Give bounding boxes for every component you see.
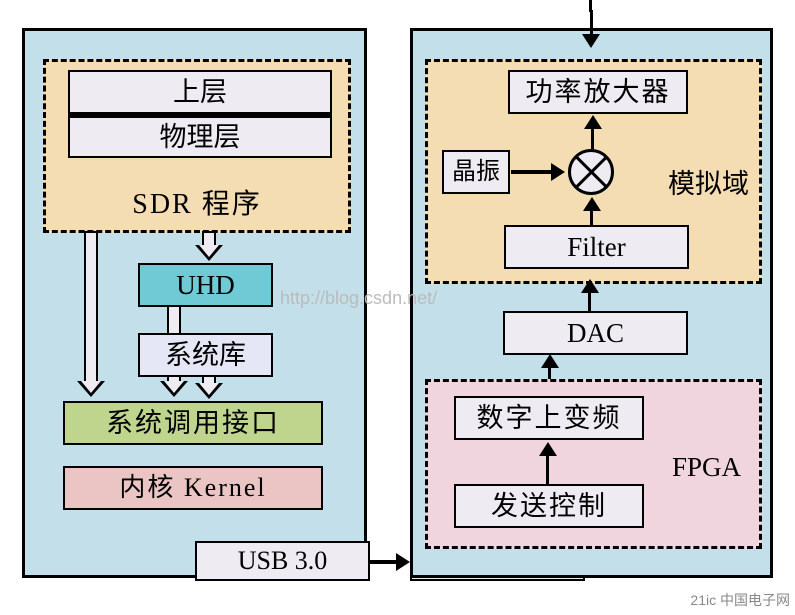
crystal-box: 晶振 [442, 150, 510, 194]
arrow-right-icon [370, 560, 396, 564]
antenna-line [589, 0, 592, 12]
duc-box: 数字上变频 [454, 396, 644, 440]
fpga-box: 数字上变频 发送控制 FPGA [425, 379, 762, 549]
arrow-up-icon [588, 291, 591, 311]
mixer-icon [568, 149, 614, 195]
analog-domain-box: 功率放大器 晶振 Filter 模拟域 [425, 59, 762, 284]
arrow-up-icon [546, 454, 549, 484]
arrow-up-icon [590, 209, 593, 227]
upper-layer-box: 上层 [68, 70, 332, 114]
sdr-label: SDR 程序 [46, 182, 348, 222]
syscall-box: 系统调用接口 [63, 401, 323, 445]
phys-layer-box: 物理层 [68, 114, 332, 158]
arrow-down-icon [80, 231, 102, 397]
syslib-box: 系统库 [138, 333, 273, 377]
uhd-box: UHD [138, 263, 273, 307]
fpga-label: FPGA [672, 452, 741, 483]
sdr-program-box: 上层 物理层 SDR 程序 [43, 59, 351, 233]
arrow-right-icon [511, 170, 551, 174]
device-panel: 功率放大器 晶振 Filter 模拟域 DAC 数字上变频 发送控制 FPGA [410, 28, 773, 578]
arrow-down-icon [590, 10, 593, 36]
logo-text: 21ic 中国电子网 [690, 590, 790, 610]
kernel-box: 内核 Kernel [63, 466, 323, 510]
dac-box: DAC [503, 311, 688, 355]
power-amp-box: 功率放大器 [508, 70, 688, 114]
usb-left-box: USB 3.0 [195, 541, 370, 581]
arrow-down-icon [198, 375, 220, 399]
analog-label: 模拟域 [668, 162, 749, 201]
watermark-text: http://blog.csdn.net/ [280, 288, 437, 309]
txctrl-box: 发送控制 [454, 484, 644, 528]
filter-box: Filter [504, 225, 689, 269]
arrow-up-icon [591, 127, 594, 149]
arrow-down-icon [198, 231, 220, 261]
sdr-architecture-diagram: 上层 物理层 SDR 程序 UHD 系统库 系统调用接口 内核 Kernel U… [0, 0, 795, 615]
